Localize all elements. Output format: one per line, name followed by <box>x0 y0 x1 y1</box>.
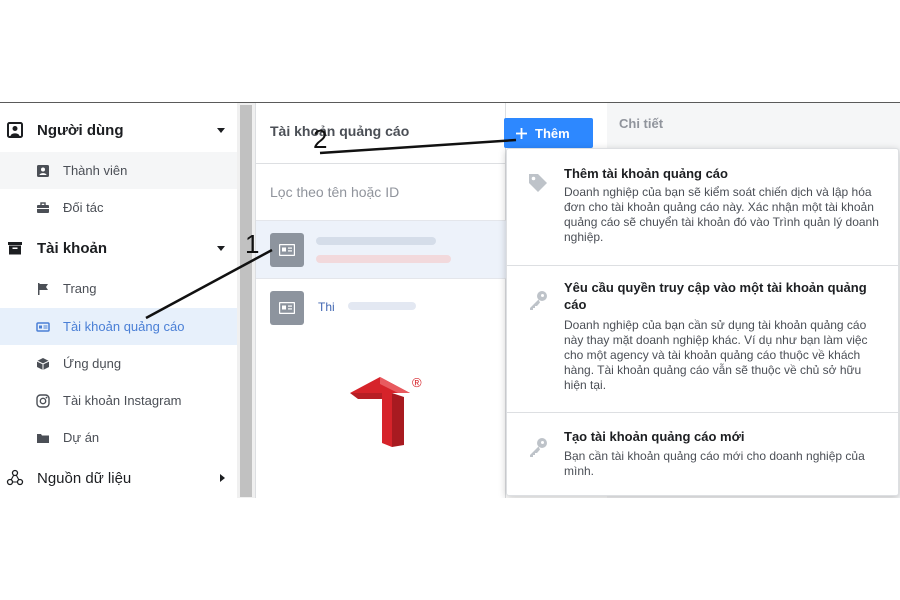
redacted-account-name <box>316 237 436 245</box>
sidebar-section-label: Tài khoản <box>37 239 108 257</box>
registered-mark: ® <box>412 375 422 390</box>
detail-panel-title: Chi tiết <box>619 116 664 131</box>
id-card-icon <box>36 164 50 178</box>
data-sources-icon <box>6 469 24 487</box>
sidebar-item-label: Đối tác <box>63 200 104 215</box>
sidebar-item-label: Trang <box>63 281 97 296</box>
business-manager-window: Người dùng Thành viên Đối tác Tài khoản <box>0 102 900 498</box>
plus-icon <box>516 127 527 139</box>
sidebar-section-label: Người dùng <box>37 121 124 139</box>
folder-icon <box>36 431 50 445</box>
account-row[interactable] <box>256 220 507 278</box>
sidebar-item-label: Tài khoản quảng cáo <box>63 319 185 334</box>
sidebar-item-label: Tài khoản Instagram <box>63 393 182 408</box>
sidebar: Người dùng Thành viên Đối tác Tài khoản <box>0 103 237 498</box>
sidebar-item-label: Dự án <box>63 430 100 445</box>
sidebar-item-label: Thành viên <box>63 163 128 178</box>
add-button[interactable]: Thêm <box>504 118 593 148</box>
key-icon <box>526 435 550 459</box>
sidebar-section-users[interactable]: Người dùng <box>0 111 237 149</box>
sidebar-item-projects[interactable]: Dự án <box>0 419 237 456</box>
redacted-account-name <box>348 302 416 310</box>
brand-logo: ® <box>348 375 426 449</box>
ad-account-icon <box>270 233 304 267</box>
option-create-ad-account[interactable]: Tạo tài khoản quảng cáo mới Bạn cần tài … <box>507 413 898 495</box>
option-title: Yêu cầu quyền truy cập vào một tài khoản… <box>564 280 867 312</box>
sidebar-section-data-sources[interactable]: Nguồn dữ liệu <box>0 459 237 497</box>
redacted-account-id <box>316 255 451 263</box>
briefcase-icon <box>6 239 24 257</box>
sidebar-item-partners[interactable]: Đối tác <box>0 189 237 226</box>
sidebar-item-pages[interactable]: Trang <box>0 270 237 307</box>
cube-icon <box>36 357 50 371</box>
sidebar-section-accounts[interactable]: Tài khoản <box>0 229 237 267</box>
ad-accounts-list-panel: Tài khoản quảng cáo Thi <box>255 103 507 498</box>
option-description: Bạn cần tài khoản quảng cáo mới cho doan… <box>564 449 865 478</box>
add-options-dropdown: Thêm tài khoản quảng cáo Doanh nghiệp củ… <box>506 148 899 496</box>
sidebar-item-label: Ứng dụng <box>63 356 122 371</box>
option-title: Tạo tài khoản quảng cáo mới <box>564 429 745 444</box>
option-title: Thêm tài khoản quảng cáo <box>564 166 728 181</box>
account-row[interactable]: Thi <box>256 278 507 336</box>
sidebar-item-apps[interactable]: Ứng dụng <box>0 345 237 382</box>
ad-account-icon <box>36 320 50 334</box>
option-request-access[interactable]: Yêu cầu quyền truy cập vào một tài khoản… <box>507 266 898 412</box>
option-description: Doanh nghiệp của bạn cần sử dụng tài kho… <box>564 318 868 392</box>
user-list-icon <box>6 121 24 139</box>
sidebar-item-members[interactable]: Thành viên <box>0 152 237 189</box>
instagram-icon <box>36 393 50 408</box>
add-button-label: Thêm <box>535 125 570 141</box>
sidebar-section-label: Nguồn dữ liệu <box>37 469 132 487</box>
chevron-down-icon <box>217 127 225 133</box>
chevron-down-icon <box>217 245 225 251</box>
tag-icon <box>526 171 550 195</box>
flag-icon <box>36 282 50 296</box>
list-panel-title: Tài khoản quảng cáo <box>270 123 410 139</box>
toolbox-icon <box>36 201 50 215</box>
account-name: Thi <box>318 300 335 314</box>
option-description: Doanh nghiệp của bạn sẽ kiểm soát chiến … <box>564 185 879 244</box>
chevron-right-icon <box>220 474 225 482</box>
sidebar-item-ad-accounts[interactable]: Tài khoản quảng cáo <box>0 308 237 345</box>
ad-account-icon <box>270 291 304 325</box>
sidebar-item-instagram[interactable]: Tài khoản Instagram <box>0 382 237 419</box>
filter-input[interactable] <box>256 164 507 220</box>
key-icon <box>526 288 550 312</box>
option-add-ad-account[interactable]: Thêm tài khoản quảng cáo Doanh nghiệp củ… <box>507 149 898 265</box>
sidebar-scrollbar-thumb[interactable] <box>240 105 252 497</box>
